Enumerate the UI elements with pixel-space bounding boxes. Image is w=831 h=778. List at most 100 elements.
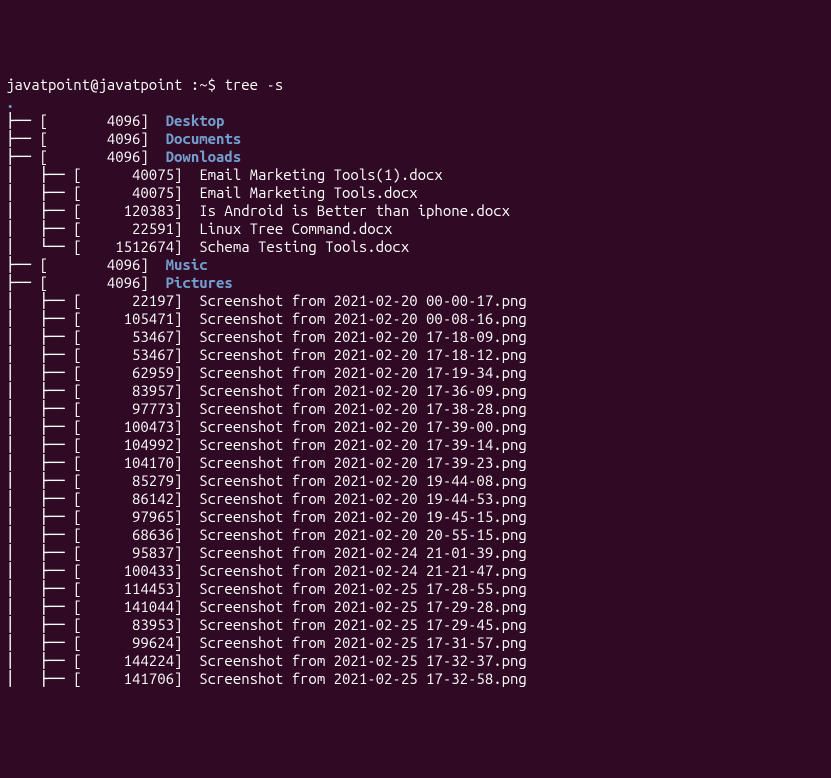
tree-item-name: Music [166,256,208,273]
tree-prefix: │ ├── [6,634,73,651]
tree-size: [ 141706] [73,670,199,687]
tree-item-name: Screenshot from 2021-02-25 17-28-55.png [199,580,527,597]
tree-item-name: Screenshot from 2021-02-20 17-39-00.png [199,418,527,435]
tree-prefix: ├── [6,112,40,129]
prompt-sep: : [182,76,199,93]
tree-root: . [6,94,14,111]
tree-item-name: Screenshot from 2021-02-24 21-01-39.png [199,544,527,561]
tree-item-name: Screenshot from 2021-02-20 17-36-09.png [199,382,527,399]
command-text: tree -s [224,76,283,93]
tree-item-name: Screenshot from 2021-02-25 17-32-58.png [199,670,527,687]
tree-size: [ 4096] [40,148,166,165]
tree-item-name: Is Android is Better than iphone.docx [199,202,510,219]
tree-item-name: Desktop [166,112,225,129]
tree-prefix: │ ├── [6,364,73,381]
tree-item-name: Schema Testing Tools.docx [199,238,409,255]
tree-prefix: │ ├── [6,580,73,597]
tree-size: [ 83953] [73,616,199,633]
tree-size: [ 144224] [73,652,199,669]
tree-size: [ 85279] [73,472,199,489]
tree-prefix: │ ├── [6,400,73,417]
tree-size: [ 1512674] [73,238,199,255]
tree-size: [ 114453] [73,580,199,597]
prompt-path: ~ [199,76,207,93]
tree-prefix: │ ├── [6,328,73,345]
tree-item-name: Screenshot from 2021-02-20 17-18-09.png [199,328,527,345]
tree-size: [ 83957] [73,382,199,399]
tree-prefix: │ ├── [6,184,73,201]
tree-item-name: Screenshot from 2021-02-20 19-45-15.png [199,508,527,525]
tree-size: [ 4096] [40,130,166,147]
tree-item-name: Screenshot from 2021-02-20 00-08-16.png [199,310,527,327]
tree-item-name: Screenshot from 2021-02-20 19-44-53.png [199,490,527,507]
tree-item-name: Screenshot from 2021-02-25 17-29-28.png [199,598,527,615]
tree-prefix: │ ├── [6,472,73,489]
tree-prefix: │ ├── [6,454,73,471]
tree-item-name: Linux Tree Command.docx [199,220,392,237]
tree-prefix: │ ├── [6,436,73,453]
tree-prefix: │ ├── [6,544,73,561]
tree-item-name: Screenshot from 2021-02-20 00-00-17.png [199,292,527,309]
tree-size: [ 40075] [73,184,199,201]
tree-size: [ 97773] [73,400,199,417]
tree-prefix: │ ├── [6,220,73,237]
tree-prefix: │ ├── [6,166,73,183]
tree-size: [ 40075] [73,166,199,183]
tree-item-name: Screenshot from 2021-02-20 17-39-14.png [199,436,527,453]
tree-prefix: │ ├── [6,310,73,327]
tree-size: [ 95837] [73,544,199,561]
tree-item-name: Screenshot from 2021-02-20 17-18-12.png [199,346,527,363]
tree-size: [ 22197] [73,292,199,309]
tree-size: [ 62959] [73,364,199,381]
prompt-dollar: $ [208,76,225,93]
tree-prefix: ├── [6,148,40,165]
tree-prefix: │ ├── [6,526,73,543]
tree-prefix: ├── [6,130,40,147]
tree-item-name: Screenshot from 2021-02-20 17-38-28.png [199,400,527,417]
tree-item-name: Downloads [166,148,242,165]
tree-prefix: │ ├── [6,346,73,363]
tree-item-name: Screenshot from 2021-02-20 19-44-08.png [199,472,527,489]
tree-prefix: │ ├── [6,292,73,309]
tree-prefix: │ ├── [6,508,73,525]
prompt-user: javatpoint@javatpoint [6,76,182,93]
tree-size: [ 68636] [73,526,199,543]
tree-item-name: Screenshot from 2021-02-25 17-32-37.png [199,652,527,669]
terminal-output[interactable]: javatpoint@javatpoint :~$ tree -s . ├── … [6,76,825,688]
tree-item-name: Pictures [166,274,233,291]
tree-prefix: ├── [6,274,40,291]
tree-item-name: Email Marketing Tools(1).docx [199,166,443,183]
tree-size: [ 97965] [73,508,199,525]
tree-prefix: │ ├── [6,562,73,579]
tree-item-name: Documents [166,130,242,147]
tree-size: [ 99624] [73,634,199,651]
tree-size: [ 100473] [73,418,199,435]
tree-size: [ 4096] [40,256,166,273]
tree-prefix: │ ├── [6,598,73,615]
tree-size: [ 4096] [40,112,166,129]
tree-size: [ 105471] [73,310,199,327]
tree-prefix: │ ├── [6,670,73,687]
tree-prefix: │ └── [6,238,73,255]
tree-size: [ 120383] [73,202,199,219]
tree-item-name: Screenshot from 2021-02-25 17-29-45.png [199,616,527,633]
tree-size: [ 86142] [73,490,199,507]
tree-prefix: │ ├── [6,652,73,669]
tree-size: [ 53467] [73,328,199,345]
tree-item-name: Screenshot from 2021-02-20 17-39-23.png [199,454,527,471]
tree-size: [ 104170] [73,454,199,471]
tree-size: [ 104992] [73,436,199,453]
tree-item-name: Screenshot from 2021-02-20 17-19-34.png [199,364,527,381]
tree-size: [ 4096] [40,274,166,291]
tree-size: [ 53467] [73,346,199,363]
tree-item-name: Screenshot from 2021-02-20 20-55-15.png [199,526,527,543]
tree-size: [ 22591] [73,220,199,237]
tree-size: [ 100433] [73,562,199,579]
tree-size: [ 141044] [73,598,199,615]
tree-prefix: │ ├── [6,490,73,507]
tree-prefix: │ ├── [6,382,73,399]
tree-prefix: │ ├── [6,616,73,633]
tree-item-name: Screenshot from 2021-02-24 21-21-47.png [199,562,527,579]
tree-prefix: │ ├── [6,202,73,219]
tree-item-name: Screenshot from 2021-02-25 17-31-57.png [199,634,527,651]
